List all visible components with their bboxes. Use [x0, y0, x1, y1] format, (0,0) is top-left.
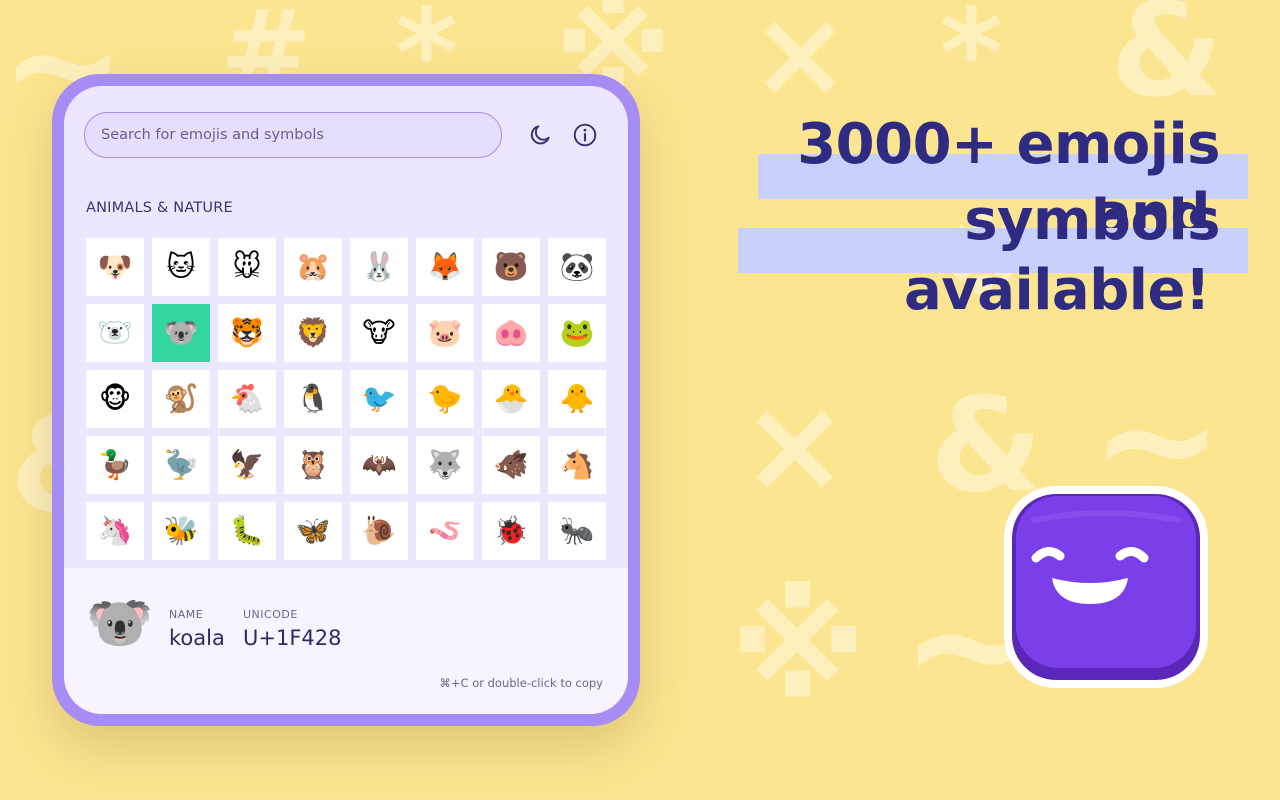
asterisk-decoration: *: [940, 0, 1003, 124]
emoji-cell[interactable]: 🐮: [350, 304, 408, 362]
headline-line: symbols available!: [700, 186, 1248, 323]
emoji-cell[interactable]: 🦇: [350, 436, 408, 494]
emoji-cell[interactable]: 🐞: [482, 502, 540, 560]
name-value: koala: [169, 626, 225, 650]
emoji-cell[interactable]: 🐝: [152, 502, 210, 560]
emoji-cell[interactable]: 🐨: [152, 304, 210, 362]
emoji-cell[interactable]: 🦆: [86, 436, 144, 494]
app-window-frame: ANIMALS & NATURE 🐶🐱🐭🐹🐰🦊🐻🐼🐻‍❄️🐨🐯🦁🐮🐷🐽🐸🐵🐒🐔🐧…: [52, 74, 640, 726]
emoji-cell[interactable]: 🐺: [416, 436, 474, 494]
headline: 3000+ emojis and symbols available!: [700, 110, 1248, 323]
reference-mark-decoration: ※: [730, 568, 867, 731]
search-input[interactable]: [85, 113, 501, 157]
emoji-cell[interactable]: 🐥: [548, 370, 606, 428]
emoji-cell[interactable]: 🐰: [350, 238, 408, 296]
emoji-cell[interactable]: 🐭: [218, 238, 276, 296]
selected-emoji-preview: 🐨: [86, 591, 154, 654]
emoji-cell[interactable]: 🐧: [284, 370, 342, 428]
emoji-cell[interactable]: 🦄: [86, 502, 144, 560]
emoji-cell[interactable]: 🐵: [86, 370, 144, 428]
emoji-cell[interactable]: 🐽: [482, 304, 540, 362]
emoji-cell[interactable]: 🐤: [416, 370, 474, 428]
emoji-cell[interactable]: 🐣: [482, 370, 540, 428]
emoji-cell[interactable]: 🦋: [284, 502, 342, 560]
ampersand-decoration: &: [1110, 0, 1224, 126]
emoji-cell[interactable]: 🐔: [218, 370, 276, 428]
emoji-cell[interactable]: 🦊: [416, 238, 474, 296]
cross-decoration: ×: [750, 0, 851, 124]
emoji-cell[interactable]: 🐛: [218, 502, 276, 560]
info-icon[interactable]: [572, 122, 598, 148]
details-panel: 🐨 NAME koala UNICODE U+1F428 ⌘+C or doub…: [64, 568, 628, 714]
cross-decoration: ×: [740, 369, 849, 521]
emoji-cell[interactable]: 🐹: [284, 238, 342, 296]
emoji-cell[interactable]: 🐻‍❄️: [86, 304, 144, 362]
app-screen: ANIMALS & NATURE 🐶🐱🐭🐹🐰🦊🐻🐼🐻‍❄️🐨🐯🦁🐮🐷🐽🐸🐵🐒🐔🐧…: [64, 86, 628, 714]
emoji-cell[interactable]: 🦅: [218, 436, 276, 494]
emoji-cell[interactable]: 🐻: [482, 238, 540, 296]
smiling-face-app-icon: [1000, 482, 1212, 692]
emoji-cell[interactable]: 🐸: [548, 304, 606, 362]
search-bar[interactable]: [84, 112, 502, 158]
copy-hint: ⌘+C or double-click to copy: [439, 676, 603, 690]
section-title: ANIMALS & NATURE: [86, 200, 233, 216]
emoji-cell[interactable]: 🐶: [86, 238, 144, 296]
moon-icon[interactable]: [527, 122, 553, 148]
emoji-cell[interactable]: 🐴: [548, 436, 606, 494]
emoji-cell[interactable]: 🐌: [350, 502, 408, 560]
emoji-cell[interactable]: 🐜: [548, 502, 606, 560]
emoji-cell[interactable]: 🦤: [152, 436, 210, 494]
headline-line: 3000+ emojis and: [700, 110, 1248, 247]
name-label: NAME: [169, 608, 204, 621]
emoji-cell[interactable]: 🪱: [416, 502, 474, 560]
unicode-value: U+1F428: [243, 626, 342, 650]
emoji-cell[interactable]: 🐒: [152, 370, 210, 428]
emoji-cell[interactable]: 🐯: [218, 304, 276, 362]
emoji-cell[interactable]: 🐷: [416, 304, 474, 362]
emoji-cell[interactable]: 🦁: [284, 304, 342, 362]
emoji-cell[interactable]: 🦉: [284, 436, 342, 494]
emoji-cell[interactable]: 🐼: [548, 238, 606, 296]
emoji-cell[interactable]: 🐦: [350, 370, 408, 428]
emoji-cell[interactable]: 🐗: [482, 436, 540, 494]
emoji-cell[interactable]: 🐱: [152, 238, 210, 296]
unicode-label: UNICODE: [243, 608, 298, 621]
